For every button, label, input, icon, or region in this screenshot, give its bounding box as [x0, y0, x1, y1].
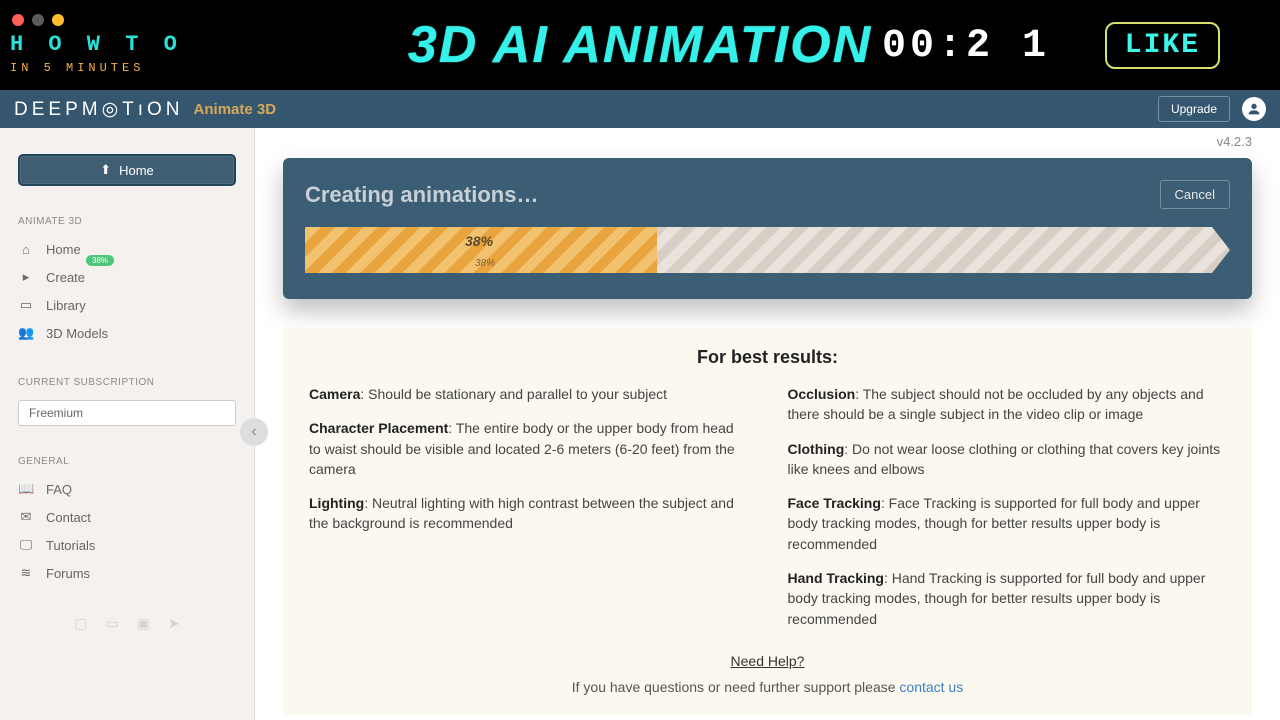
sidebar-item-tutorials[interactable]: 🖵 Tutorials [18, 531, 236, 559]
progress-sub-label: 38% [475, 258, 495, 269]
sidebar-item-label: FAQ [46, 482, 72, 497]
sidebar-item-faq[interactable]: 📖 FAQ [18, 475, 236, 503]
linkedin-icon[interactable]: ▣ [137, 615, 150, 632]
home-button[interactable]: ⬆ Home [18, 154, 236, 186]
sidebar: ⬆ Home ANIMATE 3D ⌂ Home ▸ Create 38% ▭ … [0, 128, 255, 720]
twitter-icon[interactable]: ➤ [168, 615, 180, 632]
video-banner: H O W T O IN 5 MINUTES 3D AI ANIMATION 0… [0, 0, 1280, 90]
progress-badge: 38% [86, 255, 114, 266]
video-title: 3D AI ANIMATION [408, 15, 872, 75]
need-help-link[interactable]: Need Help? [309, 653, 1226, 669]
minimize-icon [32, 14, 44, 26]
sidebar-item-label: Create [46, 270, 85, 285]
close-icon [12, 14, 24, 26]
sidebar-item-label: Contact [46, 510, 91, 525]
tip-clothing: Clothing: Do not wear loose clothing or … [788, 439, 1227, 480]
main-pane: v4.2.3 Creating animations… Cancel 38% 3… [255, 128, 1280, 720]
tip-character-placement: Character Placement: The entire body or … [309, 418, 748, 479]
section-animate-label: ANIMATE 3D [18, 216, 236, 227]
cancel-button[interactable]: Cancel [1160, 180, 1230, 209]
sidebar-item-library[interactable]: ▭ Library [18, 291, 236, 319]
youtube-icon[interactable]: ▭ [106, 615, 119, 632]
sidebar-item-label: 3D Models [46, 326, 108, 341]
howto-line2: IN 5 MINUTES [10, 61, 183, 75]
tip-camera: Camera: Should be stationary and paralle… [309, 384, 748, 404]
play-icon: ▸ [18, 269, 34, 285]
social-links: ▢ ▭ ▣ ➤ [18, 615, 236, 632]
section-subscription-label: CURRENT SUBSCRIPTION [18, 377, 236, 388]
maximize-icon [52, 14, 64, 26]
sidebar-item-home[interactable]: ⌂ Home [18, 235, 236, 263]
account-avatar[interactable] [1242, 97, 1266, 121]
howto-badge: H O W T O IN 5 MINUTES [10, 32, 183, 75]
sidebar-item-forums[interactable]: ≋ Forums [18, 559, 236, 587]
section-general-label: GENERAL [18, 456, 236, 467]
progress-card: Creating animations… Cancel 38% 38% [283, 158, 1252, 299]
book-icon: 📖 [18, 481, 34, 497]
progress-bar: 38% 38% [305, 227, 1230, 273]
sidebar-item-models[interactable]: 👥 3D Models [18, 319, 236, 347]
contact-us-link[interactable]: contact us [899, 679, 963, 695]
sidebar-item-label: Home [46, 242, 81, 257]
version-label: v4.2.3 [1217, 134, 1252, 149]
mail-icon: ✉ [18, 509, 34, 525]
upgrade-button[interactable]: Upgrade [1158, 96, 1230, 122]
tips-title: For best results: [309, 347, 1226, 368]
subscription-chip[interactable]: Freemium [18, 400, 236, 426]
sidebar-item-label: Forums [46, 566, 90, 581]
waves-icon: ≋ [18, 565, 34, 581]
facebook-icon[interactable]: ▢ [74, 615, 87, 632]
progress-percent-label: 38% [465, 233, 493, 249]
people-icon: 👥 [18, 325, 34, 341]
home-button-label: Home [119, 163, 154, 178]
brand-logo[interactable]: DEEPM◎TıON [14, 98, 184, 121]
traffic-lights [12, 14, 64, 26]
screen-icon: 🖵 [18, 537, 34, 553]
sidebar-item-label: Tutorials [46, 538, 95, 553]
product-name: Animate 3D [194, 101, 277, 118]
tip-lighting: Lighting: Neutral lighting with high con… [309, 493, 748, 534]
tips-left-col: Camera: Should be stationary and paralle… [309, 384, 748, 643]
progress-title: Creating animations… [305, 182, 538, 208]
folder-icon: ▭ [18, 297, 34, 313]
timer-label: 00:2 1 [882, 24, 1050, 69]
support-text: If you have questions or need further su… [309, 679, 1226, 695]
app-header: DEEPM◎TıON Animate 3D Upgrade [0, 90, 1280, 128]
tips-right-col: Occlusion: The subject should not be occ… [788, 384, 1227, 643]
tip-hand-tracking: Hand Tracking: Hand Tracking is supporte… [788, 568, 1227, 629]
sidebar-item-create[interactable]: ▸ Create 38% [18, 263, 236, 291]
user-icon [1246, 101, 1262, 117]
home-icon: ⌂ [18, 242, 34, 257]
tip-face-tracking: Face Tracking: Face Tracking is supporte… [788, 493, 1227, 554]
upload-icon: ⬆ [100, 162, 111, 178]
tips-card: For best results: Camera: Should be stat… [283, 327, 1252, 715]
sidebar-item-label: Library [46, 298, 86, 313]
howto-line1: H O W T O [10, 32, 183, 57]
sidebar-item-contact[interactable]: ✉ Contact [18, 503, 236, 531]
like-button[interactable]: LIKE [1105, 22, 1220, 69]
tip-occlusion: Occlusion: The subject should not be occ… [788, 384, 1227, 425]
